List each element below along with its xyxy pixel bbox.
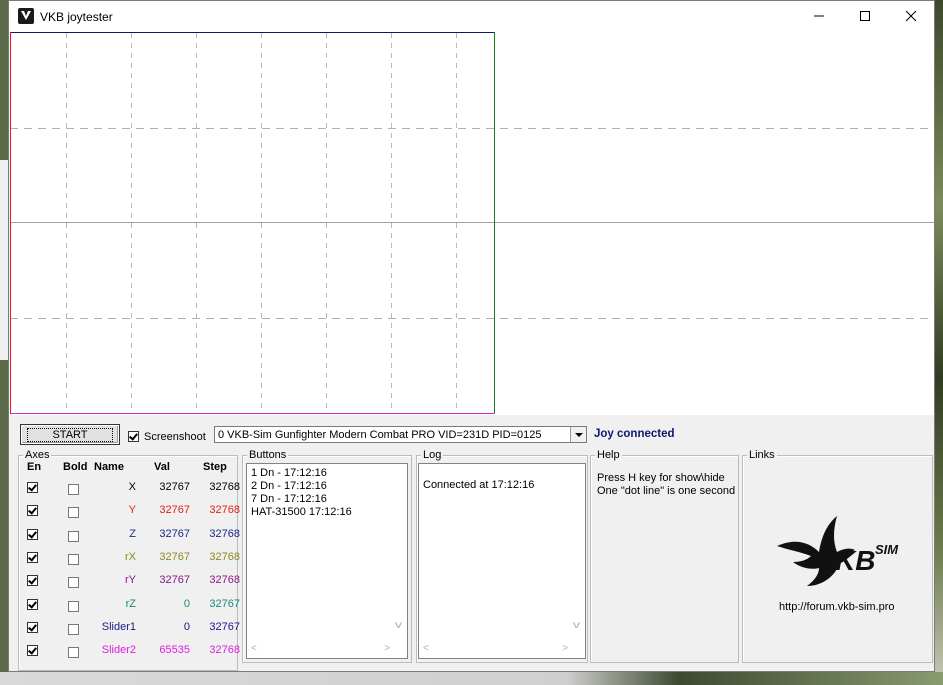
axis-name: X <box>128 481 136 493</box>
vkb-app-icon <box>18 8 34 24</box>
log-hscroll[interactable] <box>420 643 571 657</box>
screenshoot-label: Screenshoot <box>144 431 206 443</box>
close-icon <box>905 10 917 22</box>
help-line-1: Press H key for show\hide <box>597 472 725 484</box>
close-button[interactable] <box>888 1 934 31</box>
axis-value: 65535 <box>159 644 190 657</box>
axis-value: 32767 <box>159 527 190 540</box>
buttons-listbox[interactable]: 1 Dn - 17:12:16 2 Dn - 17:12:16 7 Dn - 17:… <box>246 463 408 659</box>
axis-name: Y <box>128 504 136 517</box>
axis-step: 32768 <box>209 550 240 563</box>
axis-value: 0 <box>183 620 190 633</box>
window-title: VKB joytester <box>40 10 113 24</box>
axis-enable-checkbox[interactable] <box>27 528 38 540</box>
desktop-background <box>935 0 943 685</box>
chevron-down-icon[interactable]: v <box>573 620 580 631</box>
axis-enable-checkbox[interactable] <box>27 505 38 517</box>
axis-name: rZ <box>125 597 136 610</box>
device-select-value: 0 VKB-Sim Gunfighter Modern Combat PRO V… <box>218 429 542 441</box>
axis-row: rY 32767 32768 <box>18 574 248 596</box>
maximize-button[interactable] <box>842 1 888 31</box>
help-line-2: One "dot line" is one second <box>597 485 736 497</box>
axis-plot-area <box>10 31 934 415</box>
header-en: En <box>27 461 42 473</box>
maximize-icon <box>860 11 870 21</box>
log-vscroll[interactable]: v <box>572 465 584 645</box>
axis-value: 32767 <box>159 504 190 517</box>
axis-step: 32767 <box>209 620 240 633</box>
log-group-title: Log <box>421 449 444 461</box>
axis-enable-checkbox[interactable] <box>27 551 38 563</box>
axis-value: 32767 <box>159 481 190 493</box>
axis-step: 32767 <box>209 597 240 610</box>
axis-row: Y 32767 32768 <box>18 504 248 526</box>
axis-step: 32768 <box>209 504 240 517</box>
start-button[interactable]: START <box>20 424 120 445</box>
buttons-vscroll[interactable]: v <box>394 465 406 645</box>
taskbar-area <box>0 672 943 685</box>
button-event-line: HAT-31500 17:12:16 <box>251 506 352 518</box>
plot-canvas <box>10 32 934 414</box>
log-listbox[interactable]: Connected at 17:12:16 v <box>418 463 586 659</box>
title-bar[interactable]: VKB joytester <box>9 1 934 31</box>
axis-step: 32768 <box>209 481 240 493</box>
horizontal-grid <box>10 128 934 319</box>
button-event-line: 7 Dn - 17:12:16 <box>251 493 327 505</box>
chevron-down-icon[interactable]: v <box>395 620 402 631</box>
axis-enable-checkbox[interactable] <box>27 621 38 633</box>
axes-group-title: Axes <box>23 449 52 461</box>
button-event-line: 1 Dn - 17:12:16 <box>251 467 327 479</box>
axis-enable-checkbox[interactable] <box>27 598 38 610</box>
help-group-title: Help <box>595 449 622 461</box>
axis-name: Slider1 <box>101 620 136 633</box>
minimize-button[interactable] <box>796 1 842 31</box>
header-bold: Bold <box>63 461 88 473</box>
links-group: Links KB SIM http://forum.vkb-sim.pro <box>742 449 933 663</box>
axis-name: rX <box>125 550 136 563</box>
buttons-group-title: Buttons <box>247 449 289 461</box>
axis-name: Z <box>129 527 136 540</box>
axis-row: Z 32767 32768 <box>18 528 248 550</box>
device-select[interactable]: 0 VKB-Sim Gunfighter Modern Combat PRO V… <box>214 426 587 443</box>
axis-value: 32767 <box>159 550 190 563</box>
axis-name: Slider2 <box>101 644 136 657</box>
header-step: Step <box>203 461 227 473</box>
axis-step: 32768 <box>209 574 240 587</box>
start-button-label: START <box>27 427 113 442</box>
minimize-icon <box>814 15 824 17</box>
button-event-line: 2 Dn - 17:12:16 <box>251 480 327 492</box>
links-group-title: Links <box>747 449 777 461</box>
vkb-sim-logo: KB SIM <box>775 512 905 592</box>
axis-enable-checkbox[interactable] <box>27 645 38 657</box>
axis-name: rY <box>125 574 136 587</box>
help-group: Help Press H key for show\hide One "dot … <box>590 449 739 663</box>
axis-row: Slider2 65535 32768 <box>18 644 248 666</box>
buttons-hscroll[interactable] <box>248 643 393 657</box>
axis-value: 32767 <box>159 574 190 587</box>
svg-text:SIM: SIM <box>875 542 899 557</box>
app-window: VKB joytester START Screenshoot 0 VKB-Si… <box>8 0 935 672</box>
control-panel: START Screenshoot 0 VKB-Sim Gunfighter M… <box>9 415 934 671</box>
header-val: Val <box>154 461 170 473</box>
connection-status: Joy connected <box>594 428 675 440</box>
axis-enable-checkbox[interactable] <box>27 482 38 493</box>
axis-row: Slider1 0 32767 <box>18 621 248 643</box>
axis-row: rZ 0 32767 <box>18 598 248 620</box>
axis-value: 0 <box>183 597 190 610</box>
chevron-down-icon[interactable] <box>570 427 586 442</box>
axis-row: X 32767 32768 <box>18 481 248 503</box>
log-line: Connected at 17:12:16 <box>423 479 535 491</box>
axis-step: 32768 <box>209 644 240 657</box>
header-name: Name <box>94 461 124 473</box>
axis-row: rX 32767 32768 <box>18 551 248 573</box>
screenshoot-checkbox[interactable] <box>128 431 139 442</box>
axis-enable-checkbox[interactable] <box>27 575 38 587</box>
svg-text:KB: KB <box>835 545 875 576</box>
forum-link[interactable]: http://forum.vkb-sim.pro <box>779 601 895 613</box>
axis-step: 32768 <box>209 527 240 540</box>
